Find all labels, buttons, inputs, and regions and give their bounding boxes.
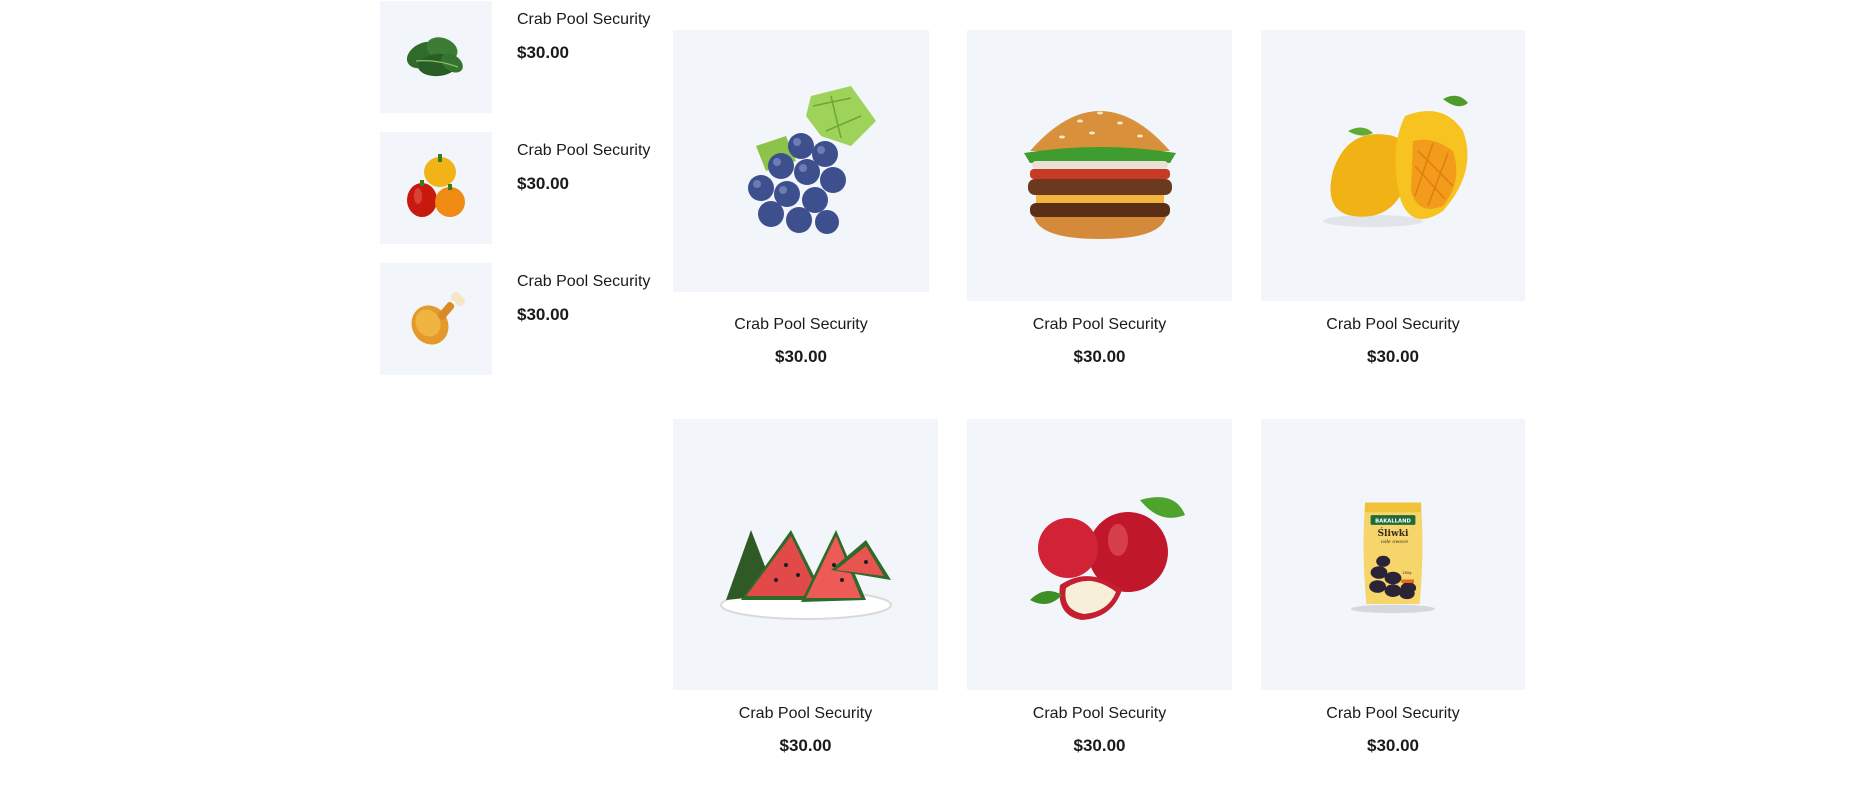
mango-icon <box>1323 95 1468 227</box>
sidebar-product-item: Crab Pool Security $30.00 <box>380 263 680 375</box>
watermelon-icon <box>719 529 892 620</box>
product-card: Crab Pool Security $30.00 <box>673 30 929 370</box>
dried-plums-package-icon: BAKALLAND Śliwki całe owoce 200g <box>1351 502 1435 613</box>
grapes-icon <box>748 86 876 234</box>
sidebar-product-item: Crab Pool Security $30.00 <box>380 132 680 244</box>
sidebar-product-image[interactable] <box>380 1 492 113</box>
sidebar-product-image[interactable] <box>380 132 492 244</box>
product-price: $30.00 <box>775 347 827 366</box>
product-price: $30.00 <box>1367 736 1419 755</box>
apples-icon <box>1029 496 1185 620</box>
sidebar-product-price: $30.00 <box>517 305 569 324</box>
product-title[interactable]: Crab Pool Security <box>1261 316 1525 334</box>
burger-icon <box>1023 110 1176 239</box>
product-price: $30.00 <box>1073 736 1126 755</box>
product-card: Crab Pool Security $30.00 <box>967 419 1232 759</box>
product-price: $30.00 <box>1073 347 1126 366</box>
package-weight: 200g <box>1403 570 1412 574</box>
sidebar-product-title[interactable]: Crab Pool Security <box>517 142 650 160</box>
product-price: $30.00 <box>1367 347 1419 366</box>
product-image[interactable]: BAKALLAND Śliwki całe owoce 200g <box>1261 419 1525 690</box>
sidebar-product-price: $30.00 <box>517 174 569 193</box>
product-image[interactable] <box>967 30 1232 301</box>
bell-peppers-icon <box>407 154 465 217</box>
product-listing: Crab Pool Security $30.00 Crab Pool Secu… <box>0 0 1868 787</box>
package-name: Śliwki <box>1377 527 1409 539</box>
package-sub: całe owoce <box>1381 539 1409 545</box>
product-title[interactable]: Crab Pool Security <box>967 705 1232 723</box>
product-title[interactable]: Crab Pool Security <box>673 705 938 723</box>
product-card: BAKALLAND Śliwki całe owoce 200g Crab Po… <box>1261 419 1525 759</box>
sidebar-product-price: $30.00 <box>517 43 569 62</box>
product-image[interactable] <box>967 419 1232 690</box>
product-title[interactable]: Crab Pool Security <box>1261 705 1525 723</box>
product-card: Crab Pool Security $30.00 <box>967 30 1232 370</box>
product-image[interactable] <box>673 30 929 292</box>
product-image[interactable] <box>1261 30 1525 301</box>
product-card: Crab Pool Security $30.00 <box>1261 30 1525 370</box>
package-brand: BAKALLAND <box>1375 518 1411 524</box>
product-card: Crab Pool Security $30.00 <box>673 419 938 759</box>
product-title[interactable]: Crab Pool Security <box>967 316 1232 334</box>
sidebar-product-image[interactable] <box>380 263 492 375</box>
sidebar-product-item: Crab Pool Security $30.00 <box>380 1 680 113</box>
product-title[interactable]: Crab Pool Security <box>673 316 929 334</box>
sidebar-product-title[interactable]: Crab Pool Security <box>517 273 650 291</box>
product-image[interactable] <box>673 419 938 690</box>
sidebar-product-title[interactable]: Crab Pool Security <box>517 11 650 29</box>
product-price: $30.00 <box>779 736 832 755</box>
chicken-drumstick-icon <box>411 292 465 345</box>
spinach-icon <box>406 37 463 77</box>
